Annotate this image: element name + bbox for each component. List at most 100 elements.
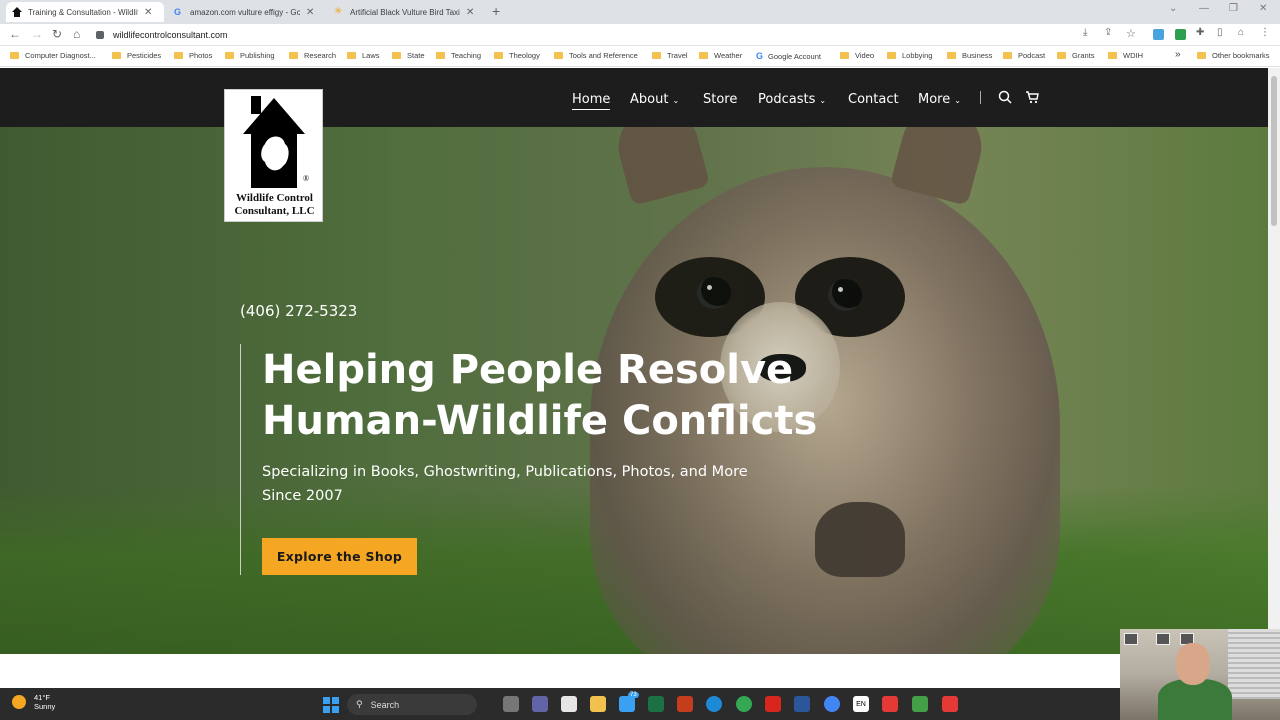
extensions-puzzle-icon[interactable]: ✚ [1196, 27, 1204, 38]
browser-tab-bar: Training & Consultation - Wildlif ✕ G am… [0, 0, 1280, 24]
windows-start-icon[interactable] [323, 697, 339, 713]
share-icon[interactable]: ⇪ [1104, 27, 1112, 38]
scrollbar-thumb[interactable] [1271, 76, 1277, 226]
nav-store[interactable]: Store [703, 92, 737, 107]
nav-podcasts[interactable]: Podcasts ⌄ [758, 92, 826, 107]
search-icon[interactable] [998, 90, 1012, 109]
powerpoint-icon[interactable] [677, 696, 693, 712]
task-view-icon[interactable] [503, 696, 519, 712]
home-icon[interactable]: ⌂ [73, 27, 80, 41]
bookmark-item[interactable]: G Google Account [756, 51, 821, 61]
camtasia-recorder-icon[interactable] [942, 696, 958, 712]
bookmark-item[interactable]: Theology [494, 51, 540, 60]
other-bookmarks[interactable]: Other bookmarks [1197, 51, 1270, 60]
close-tab-icon[interactable]: ✕ [466, 7, 474, 18]
camtasia-icon[interactable] [912, 696, 928, 712]
bookmark-item[interactable]: Weather [699, 51, 742, 60]
site-logo[interactable]: ® Wildlife Control Consultant, LLC [224, 89, 323, 222]
bookmark-item[interactable]: Lobbying [887, 51, 932, 60]
teams-icon[interactable] [532, 696, 548, 712]
url-field[interactable]: wildlifecontrolconsultant.com [96, 27, 1076, 43]
tab-training-consultation[interactable]: Training & Consultation - Wildlif ✕ [6, 2, 164, 22]
forward-icon[interactable]: → [31, 27, 43, 41]
bookmark-item[interactable]: Podcast [1003, 51, 1045, 60]
tab-amazon-vulture[interactable]: G amazon.com vulture effigy - Goo ✕ [168, 2, 326, 22]
minimize-button[interactable]: — [1199, 3, 1209, 14]
google-favicon-icon: G [174, 7, 182, 17]
bookmark-item[interactable]: Computer Diagnost... [10, 51, 96, 60]
taskbar-search[interactable]: ⚲ Search [347, 694, 477, 715]
bookmark-item[interactable]: Tools and Reference [554, 51, 638, 60]
folder-icon [347, 52, 356, 59]
profile-icon[interactable]: ⌂ [1238, 27, 1244, 38]
address-bar-row: ← → ↻ ⌂ wildlifecontrolconsultant.com ⤓ … [0, 24, 1280, 46]
restore-button[interactable]: ❐ [1229, 3, 1238, 14]
extension-green-icon[interactable] [1175, 29, 1186, 40]
bookmark-item[interactable]: Laws [347, 51, 380, 60]
bookmark-item[interactable]: Photos [174, 51, 212, 60]
weather-widget[interactable]: 41°F Sunny [12, 693, 55, 711]
language-icon[interactable]: EN [853, 696, 869, 712]
house-favicon-icon [12, 7, 22, 17]
mail-icon[interactable] [619, 696, 635, 712]
close-tab-icon[interactable]: ✕ [144, 7, 152, 18]
folder-icon [1057, 52, 1066, 59]
excel-icon[interactable] [648, 696, 664, 712]
edge-icon[interactable] [706, 696, 722, 712]
lock-icon [96, 31, 104, 39]
bookmark-item[interactable]: Teaching [436, 51, 481, 60]
bookmark-item[interactable]: Travel [652, 51, 688, 60]
bookmark-item[interactable]: Video [840, 51, 874, 60]
hero-phone[interactable]: (406) 272-5323 [240, 302, 357, 320]
nav-home[interactable]: Home [572, 92, 611, 110]
hero-headline: Helping People Resolve Human-Wildlife Co… [262, 347, 818, 444]
nav-more[interactable]: More ⌄ [918, 92, 961, 107]
menu-kebab-icon[interactable]: ⋮ [1260, 27, 1270, 38]
acrobat-icon[interactable] [765, 696, 781, 712]
folder-icon [887, 52, 896, 59]
bookmark-item[interactable]: Publishing [225, 51, 275, 60]
folder-icon [112, 52, 121, 59]
nav-about[interactable]: About ⌄ [630, 92, 679, 107]
house-logo-icon [243, 96, 305, 193]
window-blinds [1228, 629, 1280, 699]
tab-artificial-vulture[interactable]: ✳ Artificial Black Vulture Bird Taxid ✕ [328, 2, 486, 22]
page-scrollbar[interactable] [1268, 68, 1280, 688]
bookmark-item[interactable]: WDIH [1108, 51, 1143, 60]
chrome-profile-icon[interactable] [824, 696, 840, 712]
explore-shop-button[interactable]: Explore the Shop [262, 538, 417, 575]
bookmark-star-icon[interactable]: ☆ [1126, 27, 1136, 40]
bookmark-item[interactable]: State [392, 51, 425, 60]
weather-temp: 41°F [34, 693, 50, 702]
install-icon[interactable]: ⤓ [1083, 27, 1087, 38]
site-header: Home About ⌄ Store Podcasts ⌄ Contact More… [0, 68, 1268, 127]
word-icon[interactable] [794, 696, 810, 712]
tab-search-icon[interactable]: ⌄ [1169, 3, 1177, 14]
nav-contact[interactable]: Contact [848, 92, 899, 107]
folder-icon [1003, 52, 1012, 59]
chrome-icon[interactable] [736, 696, 752, 712]
extension-cloud-icon[interactable] [1153, 29, 1164, 40]
nav-divider [980, 91, 981, 104]
bookmark-item[interactable]: Grants [1057, 51, 1095, 60]
snagit-icon[interactable] [882, 696, 898, 712]
bookmark-item[interactable]: Research [289, 51, 336, 60]
side-panel-icon[interactable]: ▯ [1217, 27, 1223, 38]
folder-icon [554, 52, 563, 59]
bookmark-item[interactable]: Business [947, 51, 992, 60]
store-icon[interactable] [561, 696, 577, 712]
registered-mark: ® [303, 174, 310, 183]
bookmark-item[interactable]: Pesticides [112, 51, 161, 60]
folder-icon [1108, 52, 1117, 59]
back-icon[interactable]: ← [9, 27, 21, 41]
close-tab-icon[interactable]: ✕ [306, 7, 314, 18]
chevron-down-icon: ⌄ [672, 96, 680, 105]
cart-icon[interactable] [1025, 90, 1039, 109]
chevron-down-icon: ⌄ [819, 96, 827, 105]
close-window-button[interactable]: ✕ [1259, 3, 1267, 14]
file-explorer-icon[interactable] [590, 696, 606, 712]
new-tab-button[interactable]: + [492, 3, 500, 19]
logo-text: Wildlife Control Consultant, LLC [234, 192, 315, 217]
reload-icon[interactable]: ↻ [52, 27, 62, 41]
bookmarks-overflow-button[interactable]: » [1175, 49, 1181, 60]
